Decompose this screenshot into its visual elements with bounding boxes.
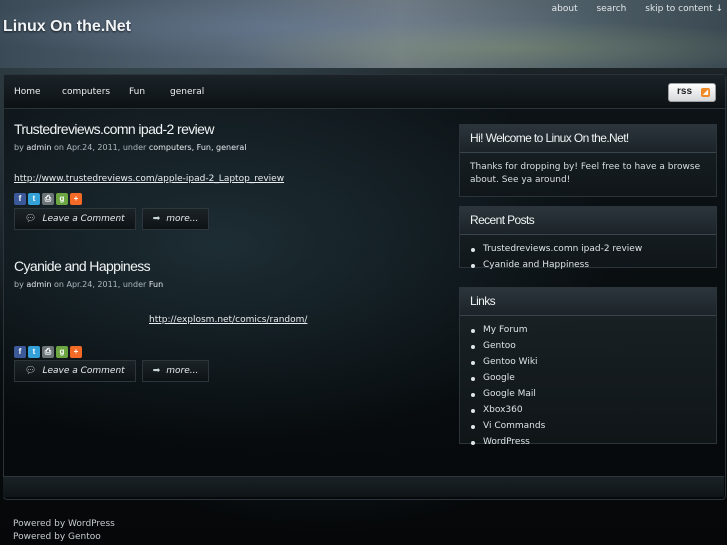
link-item[interactable]: WordPress bbox=[470, 434, 716, 450]
post-2: Cyanide and Happiness by admin on Apr.24… bbox=[14, 258, 444, 358]
widget-title: Hi! Welcome to Linux On the.Net! bbox=[460, 125, 716, 153]
google-icon[interactable]: g bbox=[56, 193, 68, 205]
post-body-link[interactable]: http://explosm.net/comics/random/ bbox=[149, 315, 307, 325]
link-item[interactable]: My Forum bbox=[470, 322, 716, 338]
facebook-icon[interactable]: f bbox=[14, 346, 26, 358]
rss-feed-icon: ◢ bbox=[701, 88, 710, 97]
addthis-icon[interactable]: + bbox=[70, 193, 82, 205]
recent-posts-widget: Recent Posts Trustedreviews.comn ipad-2 … bbox=[459, 206, 717, 270]
link-item[interactable]: Gentoo Wiki bbox=[470, 354, 716, 370]
more-button[interactable]: ➡ more... bbox=[141, 208, 210, 230]
arrow-right-icon: ➡ bbox=[152, 214, 161, 224]
link-item[interactable]: Google Mail bbox=[470, 386, 716, 402]
speech-bubble-icon: 💬︎ bbox=[25, 366, 37, 376]
addthis-icon[interactable]: + bbox=[70, 346, 82, 358]
share-bar: f t ⎙ g + bbox=[14, 193, 444, 205]
header-banner: Linux On the.Net about search skip to co… bbox=[0, 0, 727, 68]
nav-fun[interactable]: Fun bbox=[129, 87, 145, 97]
about-link[interactable]: about bbox=[552, 4, 578, 14]
widget-title: Recent Posts bbox=[460, 207, 716, 235]
widget-title: Links bbox=[460, 288, 716, 316]
post-meta: by admin on Apr.24, 2011, under computer… bbox=[14, 143, 247, 152]
google-icon[interactable]: g bbox=[56, 346, 68, 358]
post-categories[interactable]: Fun bbox=[149, 280, 163, 289]
post-2-actions: 💬︎ Leave a Comment ➡ more... bbox=[14, 360, 210, 382]
main-container: Home computers Fun general rss ◢ Trusted… bbox=[3, 74, 726, 500]
leave-comment-button[interactable]: 💬︎ Leave a Comment bbox=[14, 208, 136, 230]
post-1: Trustedreviews.comn ipad-2 review by adm… bbox=[14, 121, 444, 205]
site-title[interactable]: Linux On the.Net bbox=[3, 18, 131, 36]
post-title[interactable]: Trustedreviews.comn ipad-2 review bbox=[14, 121, 444, 137]
more-button[interactable]: ➡ more... bbox=[141, 360, 210, 382]
post-title[interactable]: Cyanide and Happiness bbox=[14, 258, 444, 274]
post-1-actions: 💬︎ Leave a Comment ➡ more... bbox=[14, 208, 210, 230]
welcome-text: Thanks for dropping by! Feel free to hav… bbox=[470, 162, 701, 185]
post-categories[interactable]: computers, Fun, general bbox=[149, 143, 247, 152]
link-item[interactable]: Vi Commands bbox=[470, 418, 716, 434]
link-item[interactable]: Gentoo bbox=[470, 338, 716, 354]
twitter-icon[interactable]: t bbox=[28, 346, 40, 358]
arrow-right-icon: ➡ bbox=[152, 366, 161, 376]
share-bar: f t ⎙ g + bbox=[14, 346, 444, 358]
facebook-icon[interactable]: f bbox=[14, 193, 26, 205]
rss-label: rss bbox=[677, 86, 693, 97]
links-widget: Links My Forum Gentoo Gentoo Wiki Google… bbox=[459, 287, 717, 447]
rss-button[interactable]: rss ◢ bbox=[668, 83, 716, 102]
link-item[interactable]: Xbox360 bbox=[470, 402, 716, 418]
nav-computers[interactable]: computers bbox=[62, 87, 110, 97]
print-icon[interactable]: ⎙ bbox=[42, 193, 54, 205]
skip-to-content-link[interactable]: skip to content ↓ bbox=[645, 4, 723, 14]
nav-general[interactable]: general bbox=[170, 87, 204, 97]
post-author[interactable]: admin bbox=[26, 143, 51, 152]
twitter-icon[interactable]: t bbox=[28, 193, 40, 205]
footer-bar bbox=[3, 476, 724, 497]
print-icon[interactable]: ⎙ bbox=[42, 346, 54, 358]
top-links: about search skip to content ↓ bbox=[536, 4, 723, 14]
post-body-link[interactable]: http://www.trustedreviews.com/apple-ipad… bbox=[14, 174, 284, 184]
speech-bubble-icon: 💬︎ bbox=[25, 214, 37, 224]
recent-post-item[interactable]: Cyanide and Happiness bbox=[470, 257, 716, 273]
link-item[interactable]: Google bbox=[470, 370, 716, 386]
welcome-widget: Hi! Welcome to Linux On the.Net! Thanks … bbox=[459, 124, 717, 197]
footer-gentoo[interactable]: Powered by Gentoo bbox=[13, 531, 115, 544]
post-author[interactable]: admin bbox=[26, 280, 51, 289]
main-nav: Home computers Fun general rss ◢ bbox=[4, 75, 725, 109]
recent-post-item[interactable]: Trustedreviews.comn ipad-2 review bbox=[470, 241, 716, 257]
footer: Powered by WordPress Powered by Gentoo bbox=[13, 518, 115, 544]
search-link[interactable]: search bbox=[596, 4, 626, 14]
leave-comment-button[interactable]: 💬︎ Leave a Comment bbox=[14, 360, 136, 382]
footer-wordpress[interactable]: Powered by WordPress bbox=[13, 518, 115, 531]
post-meta: by admin on Apr.24, 2011, under Fun bbox=[14, 280, 164, 289]
nav-home[interactable]: Home bbox=[14, 87, 41, 97]
